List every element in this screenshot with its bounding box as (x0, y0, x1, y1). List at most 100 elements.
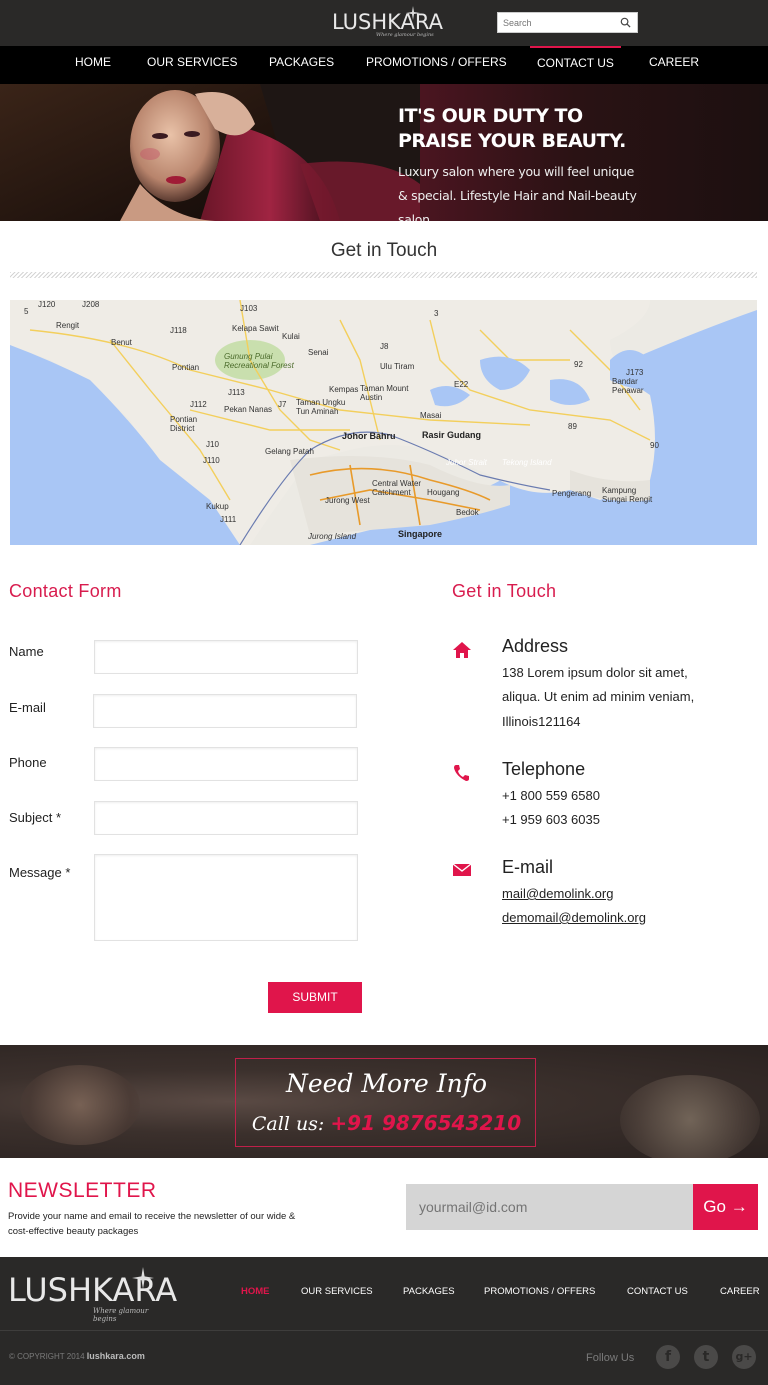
map-road-label: J8 (380, 342, 389, 351)
message-field[interactable] (94, 854, 358, 941)
banner-model-image (0, 84, 420, 221)
sparkle-icon (132, 1267, 154, 1289)
submit-button[interactable]: SUBMIT (268, 982, 362, 1013)
need-more-info-box: Need More Info Call us: +91 9876543210 (235, 1058, 536, 1147)
map-place-label: Benut (111, 338, 132, 347)
footer-nav-contact-us[interactable]: CONTACT US (627, 1286, 688, 1297)
email-link[interactable]: mail@demolink.org (502, 882, 613, 906)
search-box (497, 12, 638, 33)
site-link[interactable]: lushkara.com (87, 1351, 145, 1361)
email-title: E-mail (502, 857, 554, 877)
map-place-label: Johor Strait (446, 458, 487, 467)
map-road-label: 90 (650, 441, 659, 450)
footer-brand-tagline: Where glamour begins (93, 1307, 149, 1323)
name-field[interactable] (94, 640, 358, 674)
map-place-label: Hougang (427, 488, 460, 497)
newsletter-email-input[interactable] (406, 1184, 694, 1230)
map-road-label: E22 (454, 380, 469, 389)
call-us-line: Call us: +91 9876543210 (236, 1111, 537, 1135)
phone-field[interactable] (94, 747, 358, 781)
map-place-label: Ulu Tiram (380, 362, 415, 371)
facebook-icon[interactable]: f (656, 1345, 680, 1369)
map-place-label: Central Water Catchment (372, 479, 422, 497)
hero-banner: IT'S OUR DUTY TO PRAISE YOUR BEAUTY. Lux… (0, 84, 768, 221)
cosmetics-decoration (20, 1065, 140, 1145)
nav-packages[interactable]: PACKAGES (269, 46, 334, 84)
nav-career[interactable]: CAREER (649, 46, 699, 84)
footer-nav-promotions-offers[interactable]: PROMOTIONS / OFFERS (484, 1286, 595, 1297)
home-icon (453, 642, 471, 658)
address-line: 138 Lorem ipsum dolor sit amet, (502, 665, 688, 680)
map-place-label: Tekong Island (502, 458, 552, 467)
map-place-label: Kampung Sungai Rengit (602, 486, 653, 504)
address-title: Address (502, 636, 569, 656)
subject-field[interactable] (94, 801, 358, 835)
map-road-label: J7 (278, 400, 287, 409)
map-road-label: J173 (626, 368, 644, 377)
footer-nav-home[interactable]: HOME (241, 1286, 270, 1297)
map-road-label: J103 (240, 304, 258, 313)
need-more-info-banner: Need More Info Call us: +91 9876543210 (0, 1045, 768, 1158)
email-link[interactable]: demomail@demolink.org (502, 906, 646, 930)
map-road-label: 89 (568, 422, 577, 431)
google-plus-icon[interactable]: g+ (732, 1345, 756, 1369)
search-input[interactable] (498, 13, 616, 33)
search-icon[interactable] (620, 17, 631, 28)
map-road-label: 5 (24, 307, 29, 316)
map-place-label: Kulai (282, 332, 300, 341)
map-road-label: J10 (206, 440, 219, 449)
nav-our-services[interactable]: OUR SERVICES (147, 46, 237, 84)
phone-icon (454, 765, 469, 781)
map-place-label: Taman Mount Austin (360, 384, 409, 402)
map-place-label: Singapore (398, 529, 443, 539)
telephone-line[interactable]: +1 800 559 6580 (502, 784, 600, 808)
page-title: Get in Touch (330, 240, 438, 261)
footer-nav-career[interactable]: CAREER (720, 1286, 760, 1297)
email-field[interactable] (93, 694, 357, 728)
address-line: aliqua. Ut enim ad minim veniam, (502, 689, 695, 704)
map-road-label: J208 (82, 300, 100, 309)
map-canvas (10, 300, 757, 545)
map-place-label: Johor Bahru (342, 431, 396, 441)
map-place-label: Pekan Nanas (224, 405, 273, 414)
main-nav: HOME OUR SERVICES PACKAGES PROMOTIONS / … (0, 46, 768, 84)
newsletter-go-button[interactable]: Go → (693, 1184, 758, 1230)
copyright: © COPYRIGHT 2014 lushkara.com (9, 1351, 145, 1361)
map-place-label: Pontian (172, 363, 200, 372)
footer-logo[interactable]: LUSHKARA Where glamour begins (8, 1267, 177, 1323)
contact-form-title: Contact Form (9, 581, 122, 601)
nav-contact-us[interactable]: CONTACT US (530, 46, 621, 84)
telephone-title: Telephone (502, 759, 586, 779)
map-road-label: J120 (38, 300, 56, 309)
need-more-info-heading: Need More Info (285, 1069, 488, 1098)
map-place-label: Pengerang (552, 489, 592, 498)
map-place-label: Bandar Penawar (612, 377, 644, 395)
brand-logo[interactable]: LUSHKARA Where glamour begins (332, 6, 443, 38)
brand-name: LUSHKARA (332, 10, 444, 34)
map-place-label: Kempas (329, 385, 359, 394)
map-place-label: Gunung Pulai Recreational Forest (224, 352, 294, 370)
telephone-line[interactable]: +1 959 603 6035 (502, 808, 600, 832)
contact-info-title: Get in Touch (452, 581, 557, 601)
footer-nav-our-services[interactable]: OUR SERVICES (301, 1286, 373, 1297)
call-us-phone[interactable]: +91 9876543210 (330, 1111, 521, 1135)
nav-home[interactable]: HOME (75, 46, 111, 84)
cosmetics-decoration (620, 1075, 760, 1158)
nav-promotions-offers[interactable]: PROMOTIONS / OFFERS (366, 46, 507, 84)
newsletter-text: Provide your name and email to receive t… (8, 1211, 296, 1237)
title-divider (10, 272, 757, 278)
map-road-label: J110 (203, 456, 220, 465)
location-map[interactable]: J120 J208 J103 J118 J8 J112 J113 J7 J10 … (10, 300, 757, 545)
brand-tagline: Where glamour begins (376, 32, 434, 38)
map-place-label: Jurong West (325, 496, 370, 505)
footer-nav-packages[interactable]: PACKAGES (403, 1286, 455, 1297)
sparkle-icon (406, 6, 420, 20)
banner-text: Luxury salon where you will feel unique … (398, 164, 637, 221)
map-road-label: J111 (220, 515, 237, 524)
message-label: Message * (9, 865, 71, 880)
twitter-icon[interactable]: t (694, 1345, 718, 1369)
top-bar: LUSHKARA Where glamour begins (0, 0, 768, 46)
map-place-label: Pontian District (170, 415, 198, 433)
map-place-label: Rengit (56, 321, 80, 330)
banner-headline: IT'S OUR DUTY TO PRAISE YOUR BEAUTY. (398, 105, 626, 152)
